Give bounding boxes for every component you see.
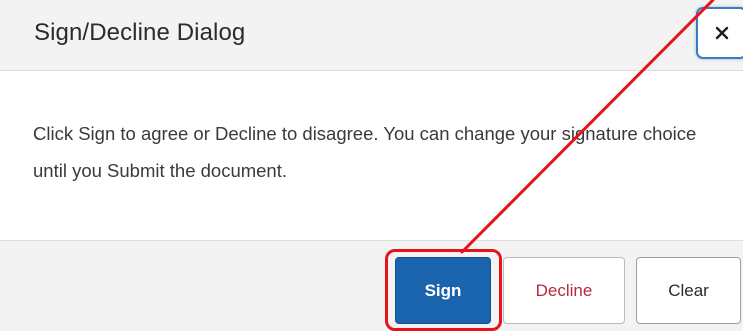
close-button[interactable]	[696, 7, 743, 59]
dialog-body: Click Sign to agree or Decline to disagr…	[0, 71, 743, 240]
dialog-message: Click Sign to agree or Decline to disagr…	[33, 123, 697, 181]
close-icon	[714, 25, 730, 41]
sign-button[interactable]: Sign	[395, 257, 491, 324]
dialog-footer: Sign Decline Clear	[0, 240, 743, 331]
sign-decline-dialog: Sign/Decline Dialog Click Sign to agree …	[0, 0, 743, 331]
dialog-title: Sign/Decline Dialog	[34, 19, 246, 46]
clear-button[interactable]: Clear	[636, 257, 741, 324]
decline-button[interactable]: Decline	[503, 257, 625, 324]
dialog-header: Sign/Decline Dialog	[0, 0, 743, 71]
